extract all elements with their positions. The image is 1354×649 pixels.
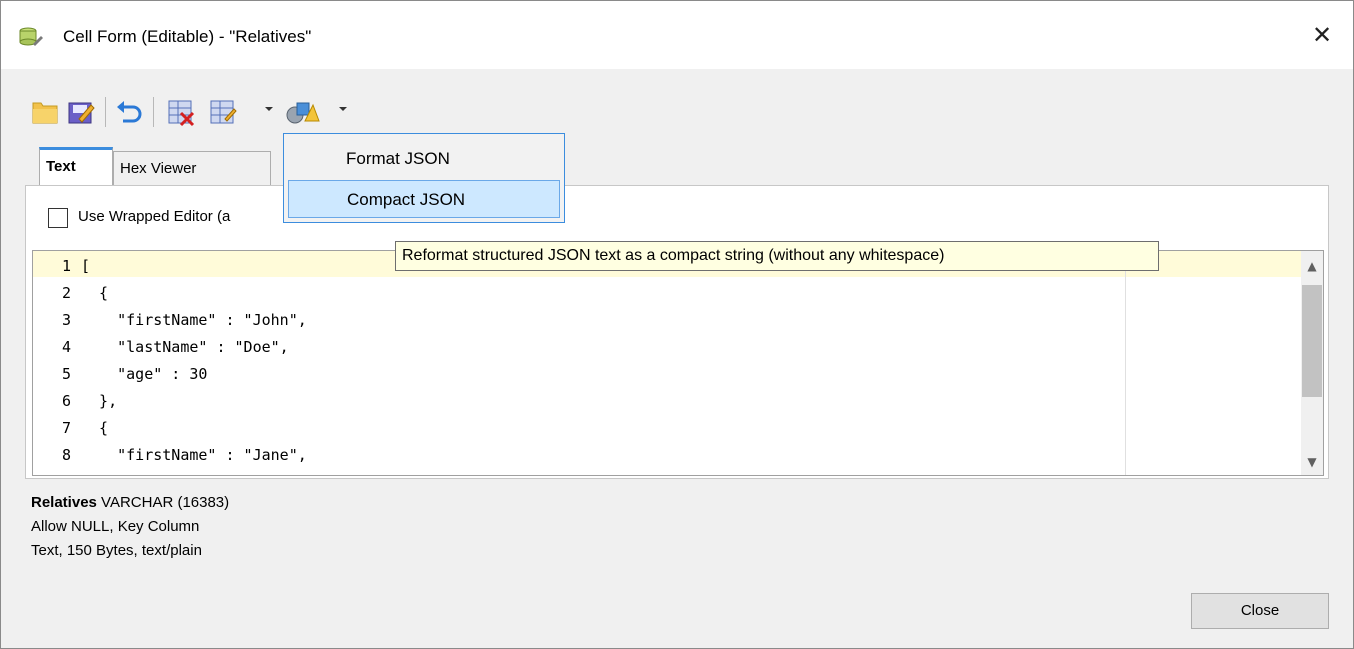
close-button[interactable]: Close: [1191, 593, 1329, 629]
wrapped-editor-checkbox[interactable]: [48, 208, 68, 228]
scroll-up-icon[interactable]: ▲: [1301, 255, 1323, 277]
column-flags: Allow NULL, Key Column: [31, 518, 200, 535]
json-format-dropdown-arrow[interactable]: [339, 107, 347, 111]
json-format-menu: Format JSON Compact JSON: [283, 133, 565, 223]
title-bar: Cell Form (Editable) - "Relatives" ✕: [1, 1, 1353, 69]
code-line: },: [81, 392, 118, 410]
column-name: Relatives: [31, 494, 97, 511]
text-panel: Use Wrapped Editor (a 1 2 3 4 5 6 7 8 [ …: [25, 185, 1329, 479]
column-info: Relatives VARCHAR (16383) Allow NULL, Ke…: [31, 491, 229, 563]
json-format-icon[interactable]: [285, 87, 321, 131]
code-line: {: [81, 419, 109, 437]
database-edit-icon: [19, 27, 43, 46]
open-folder-icon[interactable]: [29, 87, 61, 131]
vertical-scrollbar[interactable]: ▲ ▼: [1301, 251, 1323, 475]
delete-icon[interactable]: [165, 87, 197, 131]
window-title: Cell Form (Editable) - "Relatives": [63, 27, 312, 46]
menu-item-format-json[interactable]: Format JSON: [288, 140, 560, 178]
line-number: 3: [61, 311, 71, 329]
column-name-row: Relatives VARCHAR (16383): [31, 491, 229, 515]
tab-hex-viewer-label: Hex Viewer: [120, 160, 197, 177]
window-close-button[interactable]: ✕: [1300, 15, 1344, 55]
save-edit-icon[interactable]: [65, 87, 97, 131]
column-content-info: Text, 150 Bytes, text/plain: [31, 542, 202, 559]
line-number: 1: [61, 257, 71, 275]
menu-item-compact-json[interactable]: Compact JSON: [288, 180, 560, 218]
table-edit-dropdown-arrow[interactable]: [265, 107, 273, 111]
line-number: 2: [61, 284, 71, 302]
tab-hex-viewer[interactable]: Hex Viewer: [113, 151, 271, 185]
line-number: 8: [61, 446, 71, 464]
line-number: 6: [61, 392, 71, 410]
scrollbar-thumb[interactable]: [1302, 285, 1322, 397]
toolbar-separator: [153, 97, 154, 127]
line-number: 4: [61, 338, 71, 356]
table-edit-icon[interactable]: [207, 87, 239, 131]
column-type: VARCHAR (16383): [101, 494, 230, 511]
wrapped-editor-label: Use Wrapped Editor (a: [78, 208, 231, 225]
toolbar: [25, 87, 1329, 143]
cell-form-window: Cell Form (Editable) - "Relatives" ✕ Tex…: [0, 0, 1354, 649]
scroll-down-icon[interactable]: ▼: [1301, 451, 1323, 473]
tab-text[interactable]: Text: [39, 147, 113, 187]
code-line: "lastName" : "Doe",: [81, 338, 289, 356]
editor-edge-line: [1125, 251, 1126, 475]
toolbar-separator: [105, 97, 106, 127]
line-number: 5: [61, 365, 71, 383]
code-line: {: [81, 284, 109, 302]
code-line: "age" : 30: [81, 365, 208, 383]
code-line: [: [81, 257, 91, 275]
undo-icon[interactable]: [113, 87, 145, 131]
line-number: 7: [61, 419, 71, 437]
code-line: "firstName" : "John",: [81, 311, 307, 329]
code-editor[interactable]: 1 2 3 4 5 6 7 8 [ { "firstName" : "John"…: [32, 250, 1324, 476]
code-line: "firstName" : "Jane",: [81, 446, 307, 464]
tooltip: Reformat structured JSON text as a compa…: [395, 241, 1159, 271]
